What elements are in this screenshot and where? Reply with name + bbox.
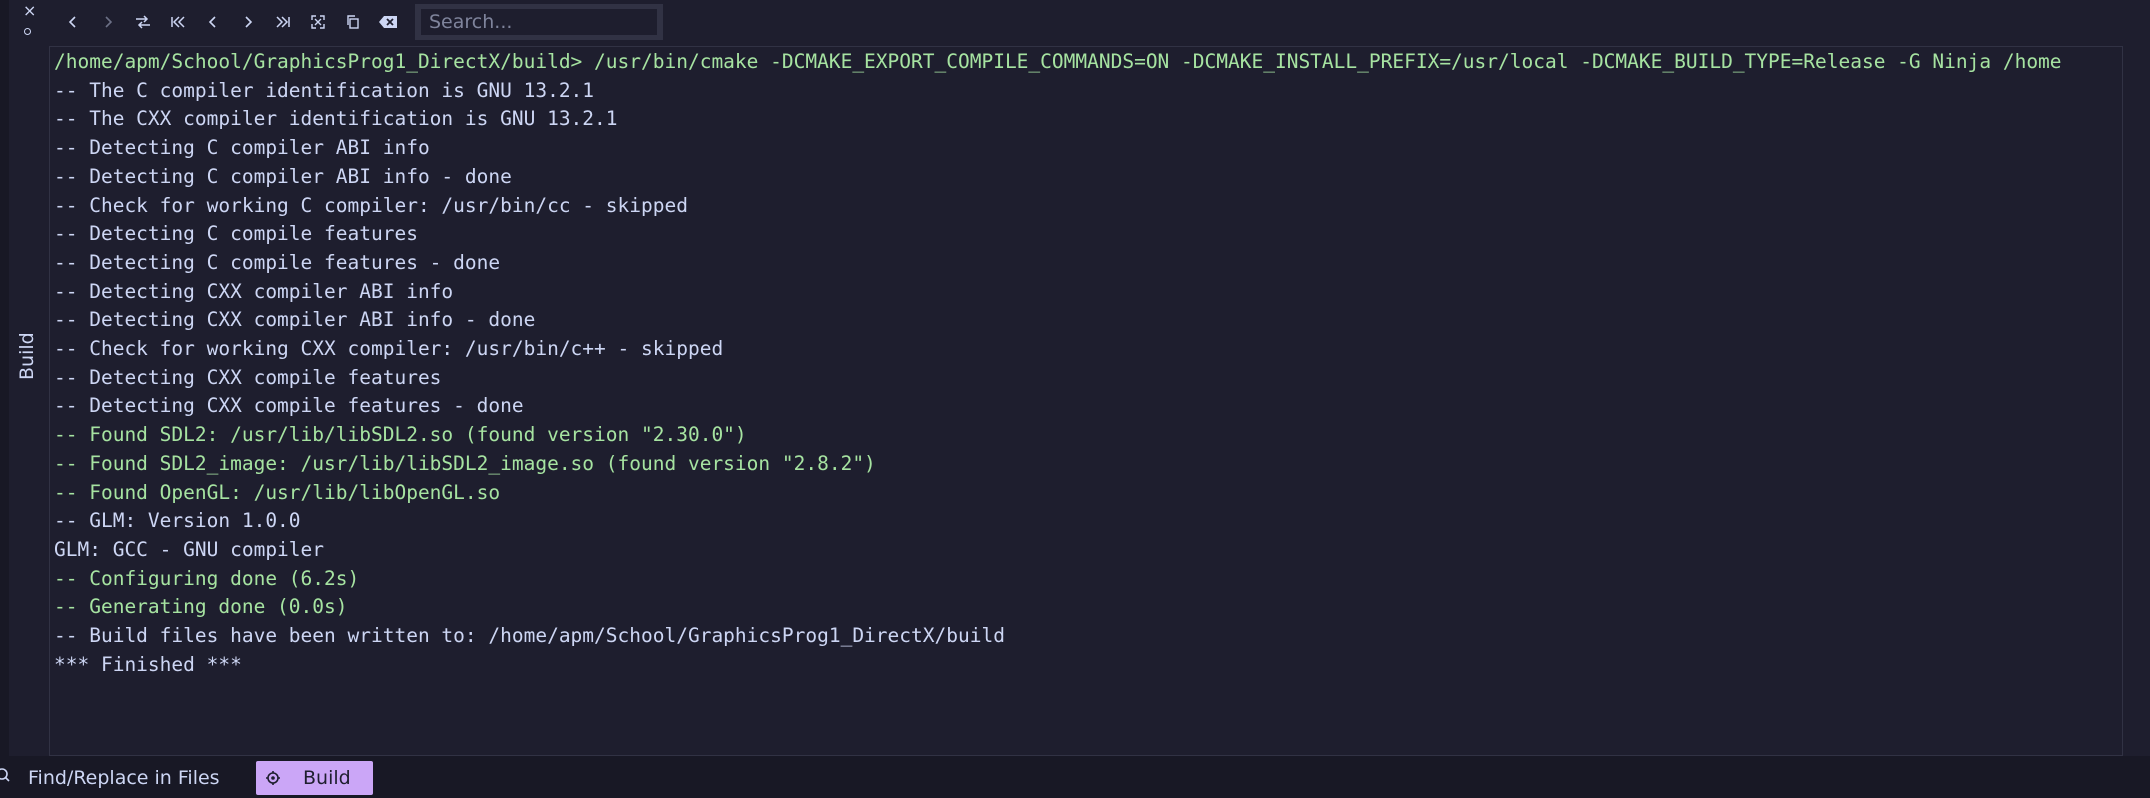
output-line: -- Found OpenGL: /usr/lib/libOpenGL.so (54, 480, 501, 504)
search-box (415, 4, 663, 40)
clear-button[interactable] (370, 4, 405, 40)
next-entry-icon (240, 14, 256, 30)
output-line: -- Found SDL2_image: /usr/lib/libSDL2_im… (54, 451, 876, 475)
tab-find-replace-label: Find/Replace in Files (28, 767, 220, 789)
build-output-console[interactable]: /home/apm/School/GraphicsProg1_DirectX/b… (49, 46, 2123, 756)
copy-button[interactable] (335, 4, 370, 40)
output-line: -- Detecting C compile features - done (54, 250, 501, 274)
output-line: -- Detecting CXX compile features (54, 365, 442, 389)
copy-icon (345, 14, 361, 30)
output-line: -- Detecting CXX compiler ABI info (54, 279, 454, 303)
first-entry-button[interactable] (160, 4, 195, 40)
output-line: -- Detecting C compile features (54, 222, 418, 246)
toggle-sort-button[interactable] (125, 4, 160, 40)
clear-icon (378, 14, 398, 30)
output-line: -- The C compiler identification is GNU … (54, 78, 595, 102)
output-line: -- Check for working CXX compiler: /usr/… (54, 337, 724, 360)
search-input[interactable] (421, 9, 657, 35)
search-icon (0, 767, 10, 790)
close-panel-icon[interactable]: × (23, 2, 36, 20)
left-edge-strip (0, 0, 9, 756)
output-line: -- GLM: Version 1.0.0 (54, 509, 301, 533)
output-line: -- Found SDL2: /usr/lib/libSDL2.so (foun… (54, 423, 747, 447)
output-line: -- The CXX compiler identification is GN… (54, 107, 618, 131)
output-line: *** Finished *** (54, 652, 242, 676)
previous-entry-button[interactable] (195, 4, 230, 40)
back-button[interactable] (55, 4, 90, 40)
tab-build[interactable]: Build (256, 761, 373, 795)
bottom-tab-bar: Find/Replace in Files Build (0, 756, 2150, 798)
nav-back-icon (65, 14, 81, 30)
expand-button[interactable] (300, 4, 335, 40)
output-line: GLM: GCC - GNU compiler (54, 537, 325, 561)
output-toolbar (55, 4, 663, 40)
previous-entry-icon (205, 14, 221, 30)
output-line: -- Check for working C compiler: /usr/bi… (54, 193, 688, 217)
toggle-sort-icon (134, 14, 152, 30)
output-line: -- Build files have been written to: /ho… (54, 624, 1005, 647)
panel-side-label: Build (16, 332, 38, 380)
last-entry-icon (274, 14, 292, 30)
output-line: -- Generating done (0.0s) (54, 595, 348, 619)
forward-button[interactable] (90, 4, 125, 40)
tab-build-label: Build (303, 767, 351, 789)
expand-icon (310, 14, 326, 30)
output-line: -- Detecting C compiler ABI info - done (54, 164, 512, 188)
output-line: /home/apm/School/GraphicsProg1_DirectX/b… (54, 50, 2062, 73)
build-panel-window: × Build Search... /home/apm/School/Graph… (0, 0, 2150, 798)
output-line: -- Configuring done (6.2s) (54, 566, 360, 590)
last-entry-button[interactable] (265, 4, 300, 40)
tab-find-replace[interactable]: Find/Replace in Files (0, 761, 234, 795)
float-panel-icon[interactable] (24, 28, 31, 35)
first-entry-icon (169, 14, 187, 30)
output-line: -- Detecting CXX compile features - done (54, 394, 524, 418)
nav-forward-icon (100, 14, 116, 30)
output-line: -- Detecting C compiler ABI info (54, 136, 430, 160)
gear-icon (265, 770, 281, 786)
output-line: -- Detecting CXX compiler ABI info - don… (54, 308, 536, 332)
next-entry-button[interactable] (230, 4, 265, 40)
